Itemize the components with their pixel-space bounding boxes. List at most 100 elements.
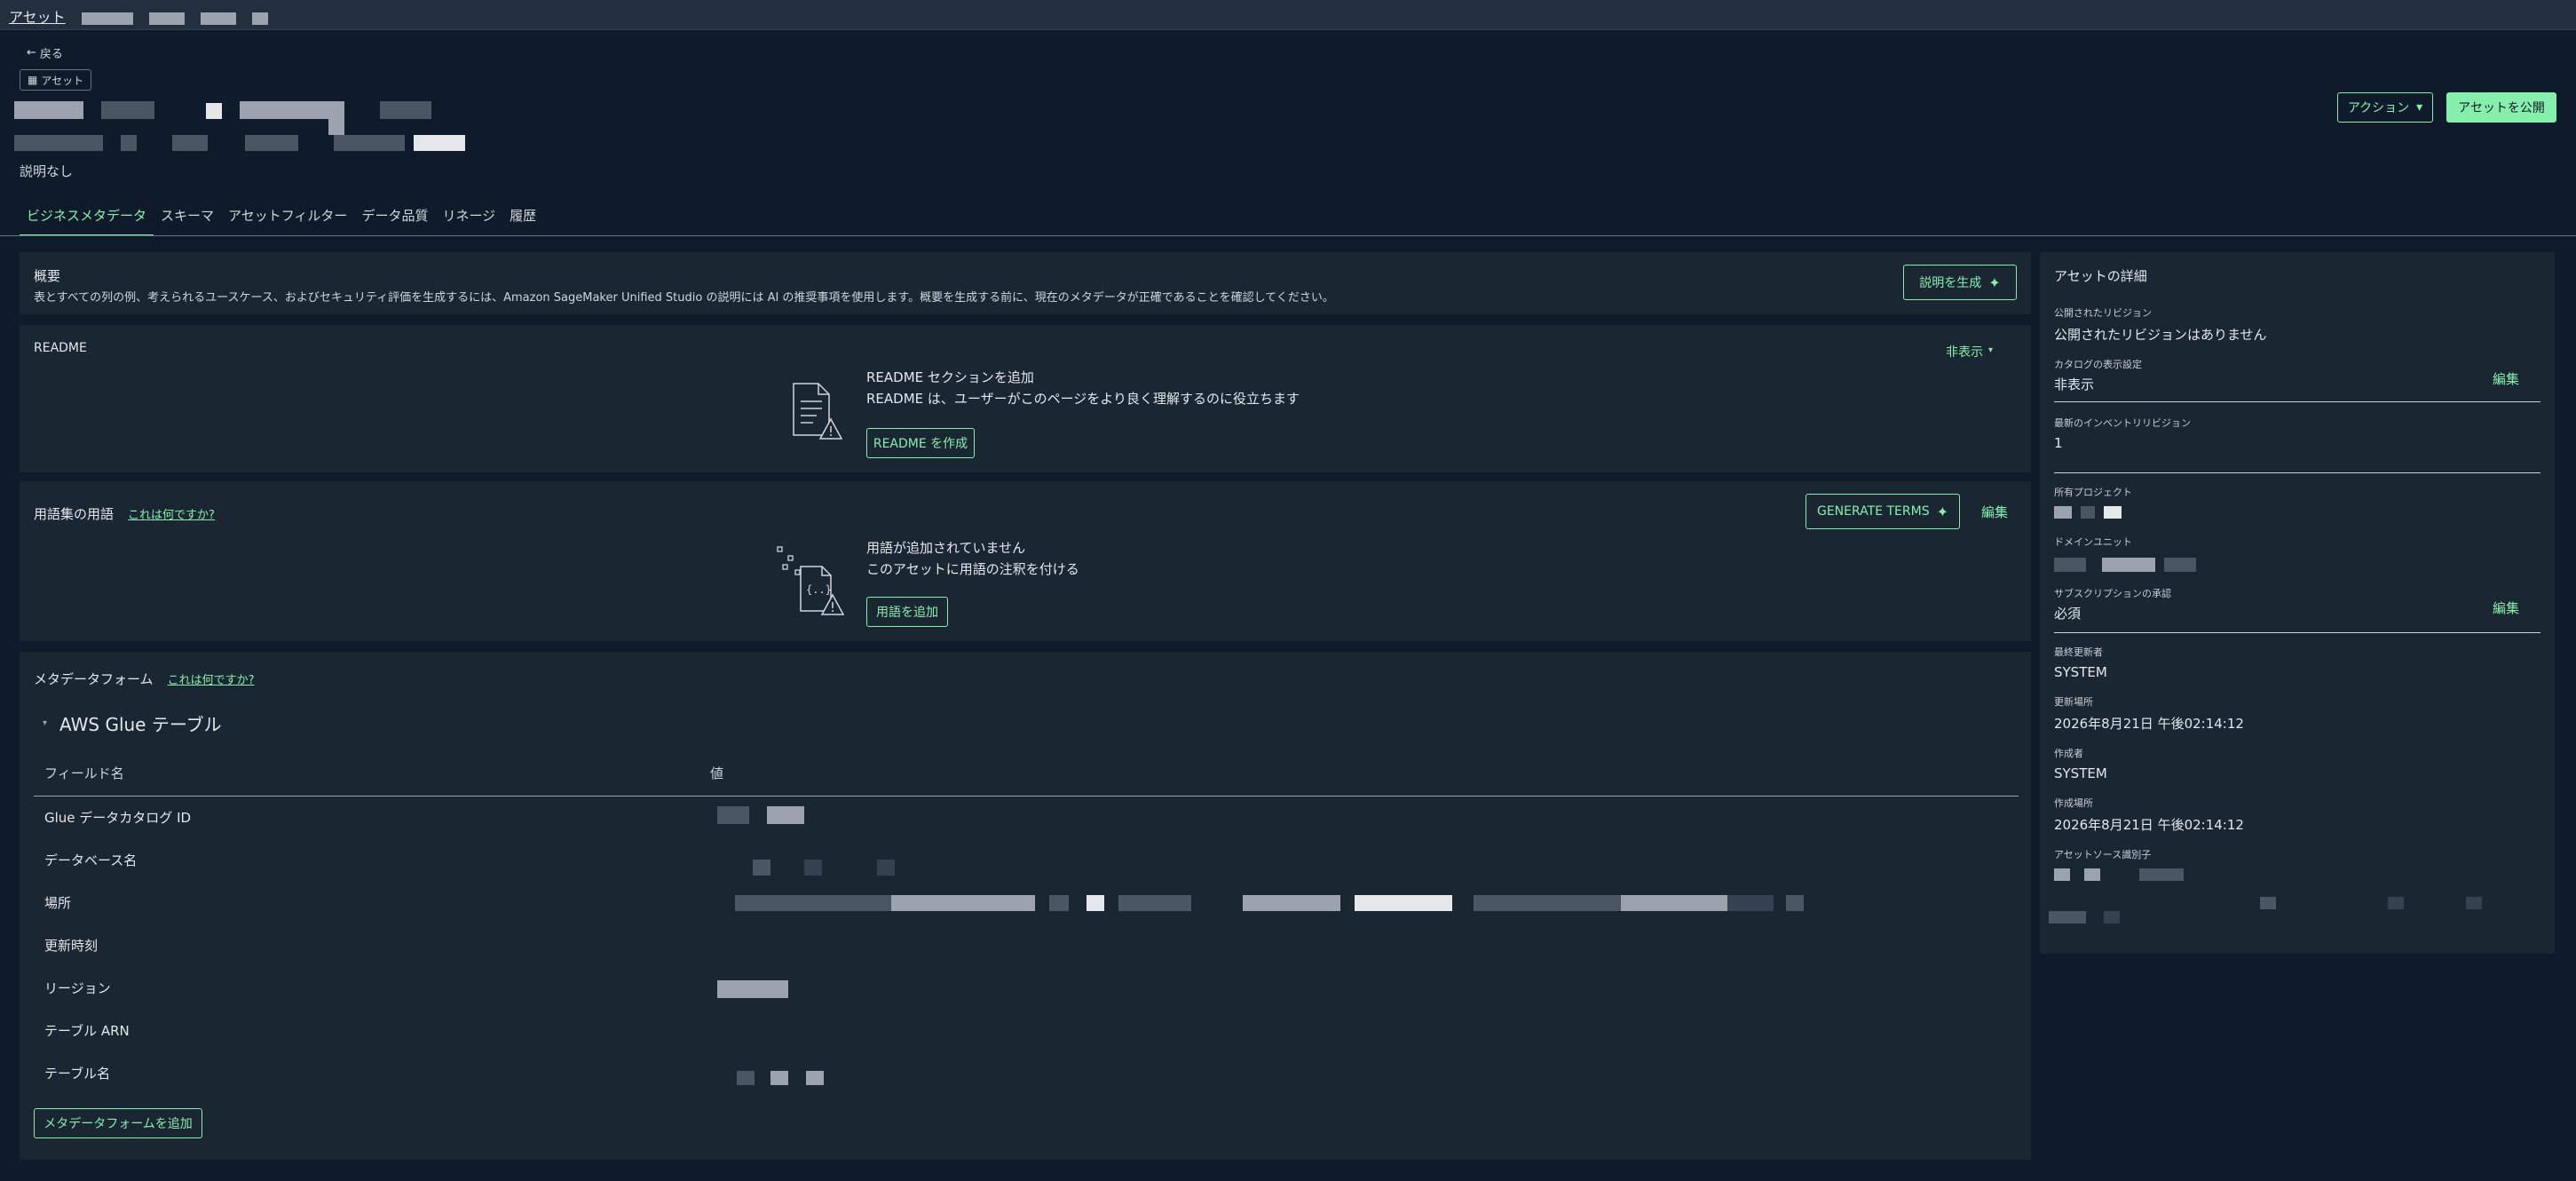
domain-unit-redacted: [2102, 558, 2155, 572]
value-redacted: [1087, 895, 1104, 911]
glossary-panel: 用語集の用語 これは何ですか? GENERATE TERMS ✦ 編集 {..}…: [20, 481, 2031, 641]
metadata-forms-what-link[interactable]: これは何ですか?: [168, 670, 255, 687]
source-id-redacted: [2388, 897, 2404, 909]
latest-inventory-value: 1: [2054, 435, 2063, 451]
value-redacted: [1621, 895, 1727, 911]
metadata-forms-panel: メタデータフォーム これは何ですか? ▾ AWS Glue テーブル フィールド…: [20, 652, 2031, 1160]
asset-subtitle-redacted: [121, 135, 137, 151]
latest-inventory-label: 最新のインベントリリビジョン: [2054, 417, 2191, 429]
tab-history[interactable]: 履歴: [502, 206, 543, 236]
tab-bar: ビジネスメタデータ スキーマ アセットフィルター データ品質 リネージ 履歴: [20, 206, 543, 236]
value-redacted: [717, 980, 788, 998]
table-row-label: Glue データカタログ ID: [44, 810, 192, 826]
value-redacted: [1355, 895, 1452, 911]
value-redacted: [735, 895, 895, 911]
table-row-label: 更新時刻: [44, 938, 99, 954]
asset-title-redacted: [206, 103, 222, 119]
asset-subtitle-redacted: [245, 135, 298, 151]
glossary-what-link[interactable]: これは何ですか?: [128, 505, 215, 522]
asset-title-redacted: [14, 101, 83, 119]
created-by-value: SYSTEM: [2054, 765, 2107, 781]
source-id-redacted: [2054, 868, 2070, 881]
subscription-approval-label: サブスクリプションの承認: [2054, 588, 2171, 599]
publish-asset-button[interactable]: アセットを公開: [2446, 92, 2556, 123]
asset-subtitle-redacted: [172, 135, 208, 151]
table-header-divider: [34, 796, 2019, 797]
metadata-forms-header: メタデータフォーム これは何ですか?: [34, 670, 254, 688]
readme-heading: README セクションを追加: [866, 369, 1034, 385]
asset-type-badge: ▦ アセット: [20, 69, 92, 91]
readme-hide-toggle[interactable]: 非表示 ▾: [1946, 343, 1993, 361]
owning-project-redacted: [2054, 506, 2072, 519]
back-link[interactable]: ← 戻る: [27, 44, 63, 61]
asset-title-redacted: [328, 119, 344, 135]
created-at-value: 2026年8月21日 午後02:14:12: [2054, 817, 2244, 833]
add-term-button[interactable]: 用語を追加: [866, 597, 948, 627]
metadata-forms-title: メタデータフォーム: [34, 671, 154, 687]
source-id-redacted: [2104, 911, 2120, 923]
tab-asset-filters[interactable]: アセットフィルター: [221, 206, 354, 236]
domain-unit-redacted: [2164, 558, 2196, 572]
svg-text:{..}: {..}: [806, 583, 832, 596]
details-divider: [2054, 401, 2540, 402]
published-revision-value: 公開されたリビジョンはありません: [2054, 327, 2267, 343]
generate-terms-button[interactable]: GENERATE TERMS ✦: [1806, 494, 1960, 529]
domain-unit-label: ドメインユニット: [2054, 536, 2132, 548]
document-warning-icon: [793, 383, 843, 440]
created-at-label: 作成場所: [2054, 797, 2093, 809]
glue-form-header[interactable]: ▾ AWS Glue テーブル: [43, 710, 222, 736]
table-row-label: リージョン: [44, 980, 111, 996]
asset-title-redacted: [240, 101, 344, 119]
glossary-edit-link[interactable]: 編集: [1981, 503, 2008, 521]
summary-title: 概要: [34, 268, 61, 284]
add-metadata-form-button[interactable]: メタデータフォームを追加: [34, 1108, 202, 1138]
catalog-visibility-edit-link[interactable]: 編集: [2493, 369, 2519, 388]
table-icon: ▦: [28, 74, 38, 86]
glossary-empty-icon: {..}: [777, 546, 845, 615]
tab-schema[interactable]: スキーマ: [154, 206, 221, 236]
actions-dropdown[interactable]: アクション ▾: [2337, 92, 2433, 123]
source-id-redacted: [2139, 868, 2184, 881]
caret-down-icon: ▾: [43, 718, 48, 728]
asset-title-redacted: [101, 101, 154, 119]
column-header-value: 値: [710, 765, 724, 781]
table-row-label: データベース名: [44, 852, 138, 868]
tab-business-metadata[interactable]: ビジネスメタデータ: [20, 206, 154, 236]
owning-project-label: 所有プロジェクト: [2054, 487, 2132, 498]
details-divider: [2054, 632, 2540, 633]
owning-project-redacted: [2104, 506, 2122, 519]
details-divider: [2054, 472, 2540, 473]
breadcrumb-redacted: [149, 12, 185, 25]
tab-data-quality[interactable]: データ品質: [354, 206, 435, 236]
generate-description-button[interactable]: 説明を生成 ✦: [1903, 265, 2017, 300]
breadcrumb-assets-link[interactable]: アセット: [9, 5, 66, 27]
caret-down-icon: ▾: [2416, 100, 2423, 115]
table-row-label: テーブル ARN: [44, 1023, 130, 1039]
top-bar: [0, 0, 2576, 30]
value-redacted: [1727, 895, 1774, 911]
source-id-redacted: [2084, 868, 2100, 881]
catalog-visibility-value: 非表示: [2054, 376, 2095, 392]
glue-form-title: AWS Glue テーブル: [59, 714, 222, 735]
breadcrumb-redacted: [252, 12, 268, 25]
sparkle-icon: ✦: [1936, 503, 1948, 520]
tab-lineage[interactable]: リネージ: [435, 206, 502, 236]
source-id-redacted: [2260, 897, 2276, 909]
value-redacted: [737, 1071, 755, 1085]
value-redacted: [1118, 895, 1191, 911]
caret-down-icon: ▾: [1988, 345, 1994, 355]
last-updated-by-value: SYSTEM: [2054, 664, 2107, 680]
asset-subtitle-redacted: [14, 135, 103, 151]
value-redacted: [1474, 895, 1624, 911]
value-redacted: [1243, 895, 1340, 911]
asset-source-id-label: アセットソース識別子: [2054, 849, 2152, 860]
tab-divider: [0, 235, 2576, 236]
glossary-header: 用語集の用語 これは何ですか?: [34, 504, 215, 523]
owning-project-redacted: [2081, 506, 2095, 519]
subscription-edit-link[interactable]: 編集: [2493, 598, 2519, 617]
value-redacted: [717, 806, 749, 824]
column-header-field: フィールド名: [44, 765, 124, 781]
arrow-left-icon: ←: [27, 46, 36, 59]
create-readme-button[interactable]: README を作成: [866, 428, 975, 458]
asset-subtitle-redacted: [334, 135, 405, 151]
